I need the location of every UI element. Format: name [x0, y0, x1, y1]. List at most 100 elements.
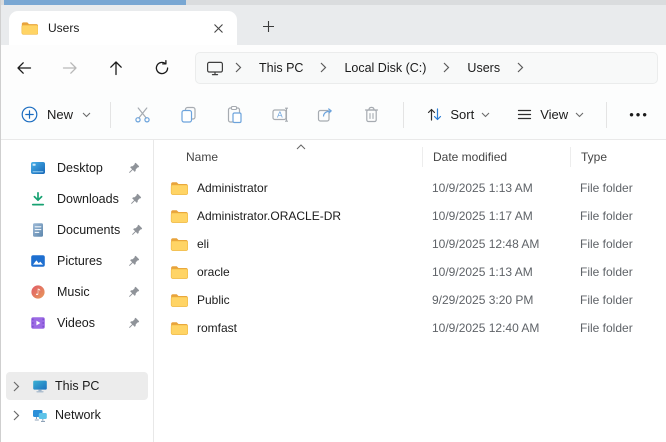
- tab-title: Users: [48, 21, 195, 35]
- pin-icon: [131, 224, 143, 236]
- chevron-down-icon: [82, 112, 91, 118]
- file-name-cell: Administrator.ORACLE-DR: [154, 209, 422, 223]
- breadcrumb-users[interactable]: Users: [461, 59, 506, 77]
- table-row[interactable]: oracle 10/9/2025 1:13 AM File folder: [154, 258, 666, 286]
- breadcrumb-this-pc[interactable]: This PC: [253, 59, 309, 77]
- file-name: Public: [197, 293, 230, 307]
- refresh-button[interactable]: [143, 52, 181, 84]
- file-name: romfast: [197, 321, 237, 335]
- documents-icon: [30, 222, 46, 238]
- sort-button[interactable]: Sort: [417, 98, 499, 132]
- paste-button[interactable]: [214, 98, 254, 132]
- sidebar-item-label: Music: [57, 285, 117, 299]
- date-modified-cell: 10/9/2025 12:48 AM: [422, 237, 570, 251]
- downloads-icon: [30, 191, 46, 207]
- sort-button-label: Sort: [450, 107, 474, 122]
- sidebar-item-documents[interactable]: Documents: [6, 215, 148, 245]
- column-header-type[interactable]: Type: [570, 147, 666, 167]
- file-explorer-window: Users This PC: [0, 0, 666, 442]
- address-bar[interactable]: This PC Local Disk (C:) Users: [195, 52, 658, 84]
- breadcrumb-chevron-icon: [513, 62, 528, 73]
- music-icon: ♪: [30, 284, 46, 300]
- window-body: Desktop Downloads Documents: [1, 140, 666, 442]
- back-button[interactable]: [5, 52, 43, 84]
- date-modified-cell: 10/9/2025 1:17 AM: [422, 209, 570, 223]
- table-row[interactable]: Administrator.ORACLE-DR 10/9/2025 1:17 A…: [154, 202, 666, 230]
- close-tab-icon[interactable]: [205, 16, 231, 40]
- view-list-icon: [516, 106, 533, 123]
- folder-icon: [170, 209, 188, 223]
- sidebar-item-downloads[interactable]: Downloads: [6, 184, 148, 214]
- new-button[interactable]: New: [11, 98, 101, 132]
- folder-icon: [21, 21, 38, 35]
- up-button[interactable]: [97, 52, 135, 84]
- background-window-strip: [4, 0, 186, 5]
- pin-icon: [128, 162, 140, 174]
- date-modified-cell: 9/29/2025 3:20 PM: [422, 293, 570, 307]
- svg-text:A: A: [277, 110, 283, 120]
- file-name: eli: [197, 237, 209, 251]
- chevron-down-icon: [575, 112, 584, 118]
- toolbar-divider: [110, 102, 111, 128]
- videos-icon: [30, 315, 46, 331]
- sidebar-section-gap: [1, 339, 153, 371]
- sidebar-item-label: Downloads: [57, 192, 119, 206]
- pin-icon: [128, 255, 140, 267]
- this-pc-monitor-icon: [206, 60, 224, 76]
- chevron-right-icon[interactable]: [13, 381, 25, 392]
- new-tab-button[interactable]: [253, 12, 283, 40]
- column-header-name[interactable]: Name: [154, 150, 422, 164]
- table-row[interactable]: romfast 10/9/2025 12:40 AM File folder: [154, 314, 666, 342]
- tab-users[interactable]: Users: [9, 11, 237, 45]
- chevron-down-icon: [481, 112, 490, 118]
- sidebar-item-label: Videos: [57, 316, 117, 330]
- toolbar-divider: [403, 102, 404, 128]
- breadcrumb-chevron-icon: [439, 62, 454, 73]
- file-name-cell: Public: [154, 293, 422, 307]
- sidebar-item-videos[interactable]: Videos: [6, 308, 148, 338]
- chevron-right-icon[interactable]: [13, 410, 25, 421]
- sidebar-item-desktop[interactable]: Desktop: [6, 153, 148, 183]
- share-button[interactable]: [306, 98, 346, 132]
- table-row[interactable]: Administrator 10/9/2025 1:13 AM File fol…: [154, 174, 666, 202]
- sidebar-item-label: This PC: [55, 379, 140, 393]
- cut-button[interactable]: [123, 98, 163, 132]
- copy-button[interactable]: [169, 98, 209, 132]
- breadcrumb-chevron-icon: [231, 62, 246, 73]
- view-button[interactable]: View: [507, 98, 593, 132]
- date-modified-cell: 10/9/2025 1:13 AM: [422, 181, 570, 195]
- breadcrumb-chevron-icon: [316, 62, 331, 73]
- rename-button[interactable]: A: [260, 98, 300, 132]
- this-pc-icon: [32, 378, 48, 394]
- pictures-icon: [30, 253, 46, 269]
- window-top-edge: [1, 0, 666, 5]
- type-cell: File folder: [570, 265, 666, 279]
- svg-text:♪: ♪: [35, 288, 41, 298]
- forward-button[interactable]: [51, 52, 89, 84]
- navigation-pane: Desktop Downloads Documents: [1, 140, 154, 442]
- column-header-date-modified[interactable]: Date modified: [422, 147, 570, 167]
- sidebar-item-label: Pictures: [57, 254, 117, 268]
- folder-icon: [170, 181, 188, 195]
- delete-button[interactable]: [352, 98, 392, 132]
- file-name-cell: oracle: [154, 265, 422, 279]
- sidebar-item-music[interactable]: ♪ Music: [6, 277, 148, 307]
- sidebar-item-pictures[interactable]: Pictures: [6, 246, 148, 276]
- file-name-cell: Administrator: [154, 181, 422, 195]
- command-toolbar: New A Sort: [1, 90, 666, 140]
- sort-ascending-icon: [296, 144, 306, 150]
- sidebar-item-network[interactable]: Network: [6, 401, 148, 429]
- pin-icon: [128, 286, 140, 298]
- table-row[interactable]: eli 10/9/2025 12:48 AM File folder: [154, 230, 666, 258]
- sidebar-item-label: Desktop: [57, 161, 117, 175]
- file-name: Administrator: [197, 181, 268, 195]
- pin-icon: [130, 193, 142, 205]
- more-options-button[interactable]: •••: [622, 98, 656, 132]
- file-name-cell: romfast: [154, 321, 422, 335]
- table-row[interactable]: Public 9/29/2025 3:20 PM File folder: [154, 286, 666, 314]
- new-plus-icon: [21, 106, 38, 123]
- column-headers: Name Date modified Type: [154, 144, 666, 170]
- sidebar-item-this-pc[interactable]: This PC: [6, 372, 148, 400]
- tab-bar: Users: [1, 5, 666, 45]
- breadcrumb-local-disk-c[interactable]: Local Disk (C:): [338, 59, 432, 77]
